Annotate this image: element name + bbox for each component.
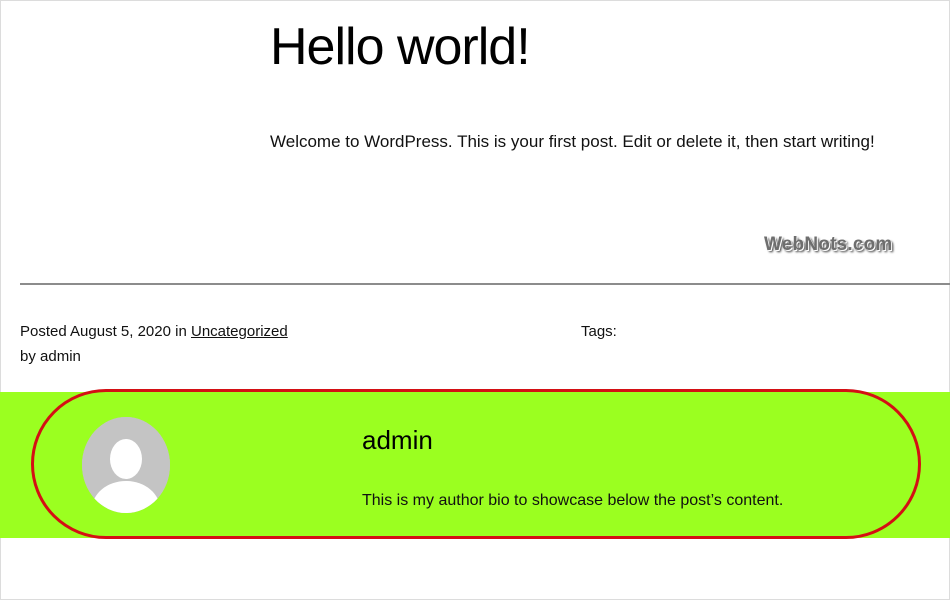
category-link[interactable]: Uncategorized <box>191 323 288 340</box>
post-meta: Posted August 5, 2020 in Uncategorized b… <box>20 319 288 369</box>
post-content: Welcome to WordPress. This is your first… <box>270 132 875 151</box>
post-title: Hello world! <box>270 18 531 76</box>
author-avatar <box>82 417 170 513</box>
author-name: admin <box>362 425 433 455</box>
author-bio: This is my author bio to showcase below … <box>362 492 784 509</box>
default-avatar-icon <box>82 417 170 513</box>
watermark-logo: WebNots.com <box>764 234 893 255</box>
category-prefix: in <box>175 323 187 340</box>
post-date: August 5, 2020 <box>70 323 171 340</box>
post-date-line: Posted August 5, 2020 in Uncategorized <box>20 319 288 344</box>
posted-prefix: Posted <box>20 323 67 340</box>
content-divider <box>20 283 950 285</box>
tags-label: Tags: <box>581 323 617 340</box>
post-author-line: by admin <box>20 348 81 365</box>
